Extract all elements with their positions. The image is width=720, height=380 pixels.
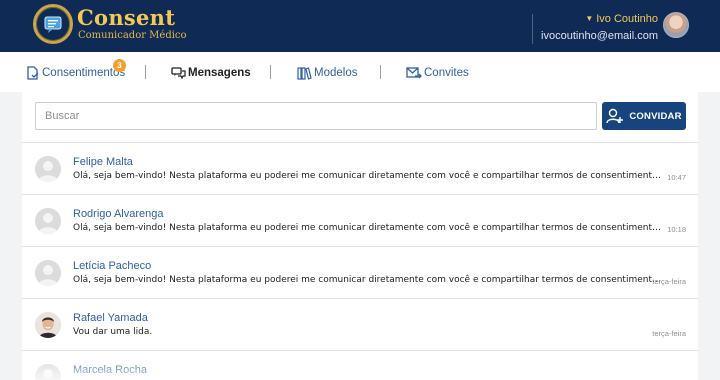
nav-label: Modelos	[314, 67, 358, 79]
brand-title: Consent	[77, 5, 176, 30]
message-time: 10:47	[667, 173, 686, 182]
nav-convites[interactable]: Convites	[406, 65, 469, 81]
message-time: terça-feira	[652, 329, 686, 338]
user-email: ivocoutinho@email.com	[541, 30, 658, 42]
caret-down-icon: ▼	[585, 14, 594, 23]
header-divider	[532, 14, 533, 44]
message-time: terça-feira	[652, 277, 686, 286]
top-header: Consent Comunicador Médico ▼ Ivo Coutinho…	[0, 0, 720, 52]
message-preview: Olá, seja bem-vindo! Nesta plataforma eu…	[73, 171, 663, 181]
nav-label: Convites	[424, 67, 469, 79]
avatar	[35, 208, 61, 234]
conversation-row[interactable]: Rodrigo Alvarenga Olá, seja bem-vindo! N…	[22, 194, 698, 246]
avatar	[35, 364, 61, 380]
conversation-row[interactable]: Rafael Yamada Vou dar uma lida. terça-fe…	[22, 298, 698, 350]
nav-modelos[interactable]: Modelos	[297, 65, 357, 81]
contact-name: Felipe Malta	[73, 156, 133, 168]
search-input[interactable]	[35, 102, 597, 130]
message-preview: Vou dar uma lida.	[73, 327, 153, 337]
chat-icon	[171, 67, 186, 80]
add-user-icon	[606, 108, 624, 124]
message-preview: Olá, seja bem-vindo! Nesta plataforma eu…	[73, 275, 663, 285]
user-menu[interactable]: ▼ Ivo Coutinho	[585, 12, 658, 27]
user-avatar[interactable]	[663, 12, 689, 38]
books-icon	[297, 67, 312, 80]
avatar	[35, 156, 61, 182]
nav-consentimentos[interactable]: Consentimentos	[26, 65, 125, 81]
nav-divider	[270, 65, 271, 79]
nav-label: Mensagens	[188, 67, 251, 79]
notification-badge: 3	[113, 59, 126, 72]
message-time: 10:18	[667, 225, 686, 234]
contact-name: Marcela Rocha	[73, 364, 147, 376]
conversation-row[interactable]: Felipe Malta Olá, seja bem-vindo! Nesta …	[22, 142, 698, 194]
logo-icon[interactable]	[33, 4, 73, 44]
user-name: Ivo Coutinho	[596, 13, 658, 25]
avatar-photo	[35, 312, 61, 338]
conversation-row[interactable]: Marcela Rocha	[22, 350, 698, 380]
contact-name: Rodrigo Alvarenga	[73, 208, 164, 220]
brand-subtitle: Comunicador Médico	[78, 30, 187, 41]
nav-divider	[145, 65, 146, 79]
contact-name: Rafael Yamada	[73, 312, 148, 324]
document-icon	[27, 66, 39, 80]
invite-button[interactable]: CONVIDAR	[602, 102, 686, 130]
nav-mensagens[interactable]: Mensagens	[171, 65, 251, 81]
mail-arrow-icon	[406, 67, 422, 79]
avatar	[35, 260, 61, 286]
message-preview: Olá, seja bem-vindo! Nesta plataforma eu…	[73, 223, 663, 233]
nav-divider	[380, 65, 381, 79]
contact-name: Letícia Pacheco	[73, 260, 152, 272]
conversation-row[interactable]: Letícia Pacheco Olá, seja bem-vindo! Nes…	[22, 246, 698, 298]
invite-button-label: CONVIDAR	[629, 110, 682, 122]
